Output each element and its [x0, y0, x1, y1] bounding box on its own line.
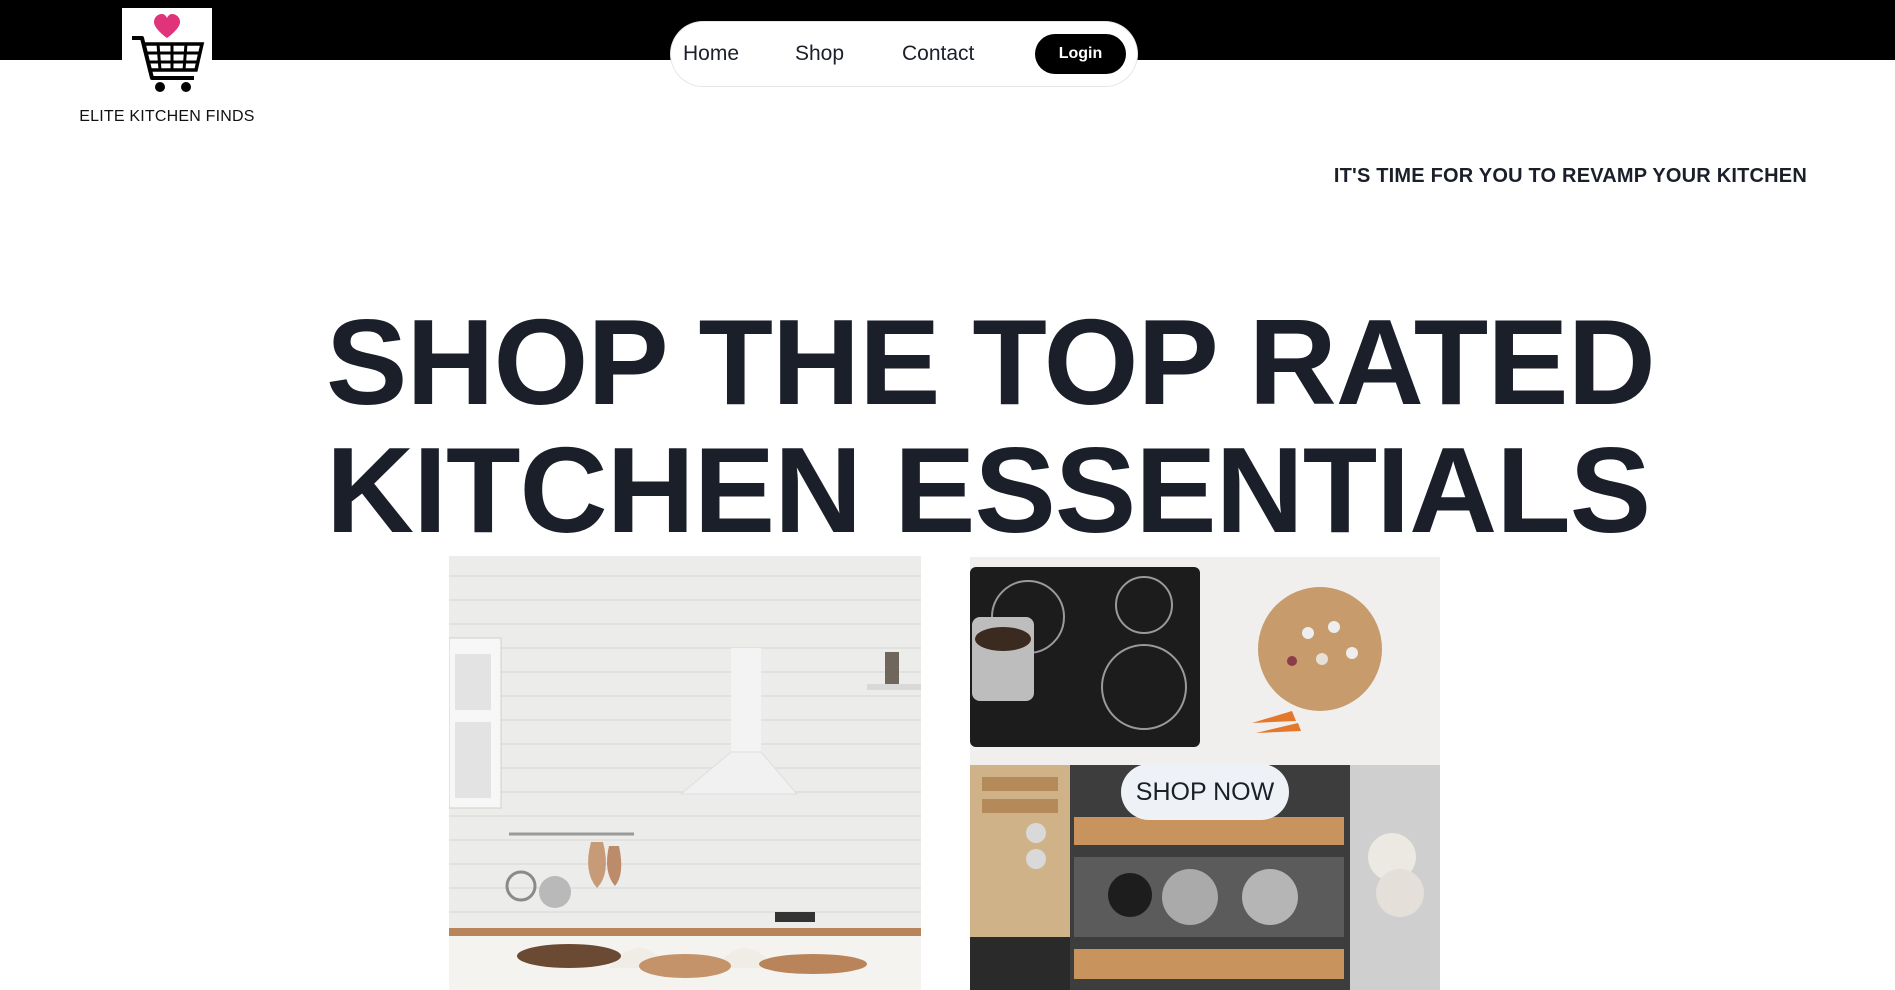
nav-contact-link[interactable]: Contact — [902, 42, 974, 66]
login-button[interactable]: Login — [1035, 34, 1126, 74]
shop-now-button[interactable]: SHOP NOW — [1121, 764, 1289, 820]
shopping-cart-heart-icon — [132, 14, 205, 92]
tagline: IT'S TIME FOR YOU TO REVAMP YOUR KITCHEN — [1333, 165, 1807, 187]
hero-line-2: KITCHEN ESSENTIALS — [326, 422, 1651, 558]
brand-name: ELITE KITCHEN FINDS — [79, 108, 255, 125]
nav-home-link[interactable]: Home — [683, 42, 739, 66]
brand-logo[interactable] — [122, 8, 212, 98]
hero-line-1: SHOP THE TOP RATED — [326, 294, 1656, 430]
white-brick-kitchen-photo — [449, 556, 921, 990]
main-nav: Home Shop Contact Login — [671, 22, 1137, 86]
nav-shop-link[interactable]: Shop — [795, 42, 844, 66]
hero-heading: SHOP THE TOP RATED KITCHEN ESSENTIALS — [326, 294, 1656, 558]
